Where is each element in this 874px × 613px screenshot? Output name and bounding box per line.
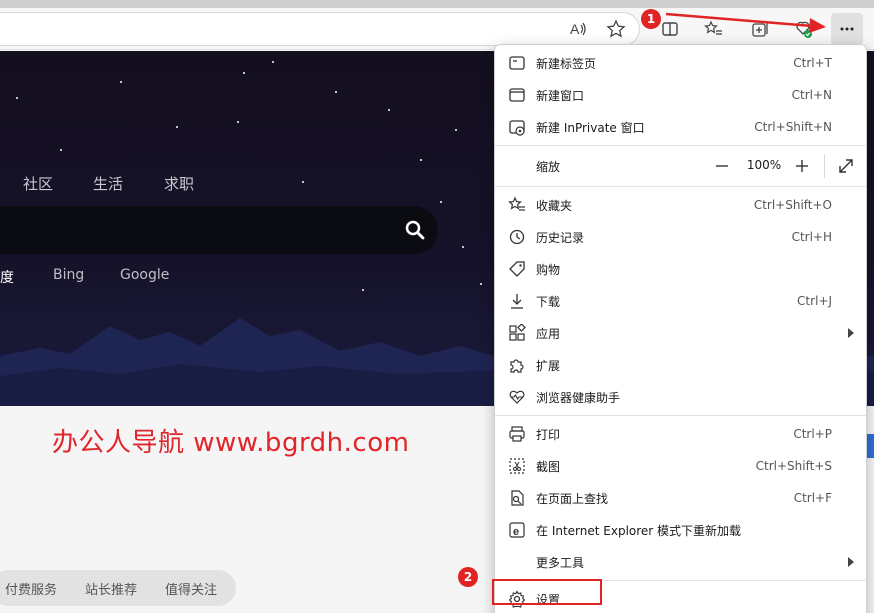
- link-paid-service[interactable]: 付费服务: [5, 579, 57, 598]
- annotation-highlight-box: [492, 579, 602, 605]
- menu-shortcut: Ctrl+T: [793, 56, 832, 70]
- watermark-brand-text: 办公人导航 www.bgrdh.com: [52, 428, 410, 458]
- menu-item-history[interactable]: 历史记录 Ctrl+H: [495, 221, 866, 253]
- submenu-arrow-icon: [848, 328, 854, 338]
- menu-item-apps[interactable]: 应用: [495, 317, 866, 349]
- search-box[interactable]: [0, 206, 438, 254]
- history-icon: [509, 229, 525, 245]
- menu-item-downloads[interactable]: 下载 Ctrl+J: [495, 285, 866, 317]
- nav-item-jobs[interactable]: 求职: [164, 173, 194, 194]
- menu-item-print[interactable]: 打印 Ctrl+P: [495, 418, 866, 450]
- menu-label: 缩放: [536, 159, 561, 174]
- search-icon[interactable]: [404, 219, 426, 241]
- zoom-in-icon[interactable]: [792, 156, 812, 176]
- edge-tag: [866, 434, 874, 458]
- favorites-icon: [508, 196, 525, 211]
- menu-label: 新建 InPrivate 窗口: [536, 120, 645, 135]
- menu-item-browser-health[interactable]: 浏览器健康助手: [495, 381, 866, 413]
- read-aloud-icon[interactable]: A: [562, 13, 594, 45]
- nav-item-community[interactable]: 社区: [23, 173, 53, 194]
- screenshot-scissors-icon: [509, 458, 525, 474]
- heart-pulse-icon: [509, 390, 525, 404]
- menu-item-more-tools[interactable]: 更多工具: [495, 546, 866, 578]
- settings-menu: 新建标签页 Ctrl+T 新建窗口 Ctrl+N 新建 InPrivate 窗口…: [494, 44, 867, 613]
- find-page-icon: [511, 490, 524, 506]
- address-bar[interactable]: A: [0, 12, 640, 46]
- menu-item-new-inprivate[interactable]: 新建 InPrivate 窗口 Ctrl+Shift+N: [495, 111, 866, 143]
- menu-label: 购物: [536, 262, 561, 277]
- menu-shortcut: Ctrl+H: [791, 230, 832, 244]
- menu-label: 应用: [536, 326, 561, 341]
- apps-icon: [509, 324, 526, 341]
- menu-shortcut: Ctrl+J: [797, 294, 832, 308]
- settings-and-more-button[interactable]: [831, 13, 863, 45]
- link-webmaster-picks[interactable]: 站长推荐: [85, 579, 137, 598]
- svg-text:e: e: [513, 526, 519, 538]
- engine-tab-bing[interactable]: Bing: [53, 267, 84, 283]
- add-favorite-star-icon[interactable]: [600, 13, 632, 45]
- menu-item-screenshot[interactable]: 截图 Ctrl+Shift+S: [495, 450, 866, 482]
- zoom-out-icon[interactable]: [712, 156, 732, 176]
- link-worth-following[interactable]: 值得关注: [165, 579, 217, 598]
- menu-shortcut: Ctrl+Shift+O: [753, 198, 832, 212]
- menu-shortcut: Ctrl+Shift+S: [755, 459, 832, 473]
- annotation-badge-1: 1: [641, 9, 661, 29]
- menu-label: 截图: [536, 459, 561, 474]
- shopping-tag-icon: [509, 261, 525, 277]
- menu-label: 收藏夹: [536, 198, 573, 213]
- menu-label: 在 Internet Explorer 模式下重新加载: [536, 523, 742, 538]
- new-window-icon: [509, 88, 525, 102]
- submenu-arrow-icon: [848, 557, 854, 567]
- annotation-badge-2: 2: [458, 567, 478, 587]
- menu-label: 历史记录: [536, 230, 585, 245]
- menu-item-new-tab[interactable]: 新建标签页 Ctrl+T: [495, 47, 866, 79]
- inprivate-icon: [509, 120, 525, 136]
- menu-shortcut: Ctrl+F: [793, 491, 832, 505]
- menu-label: 新建标签页: [536, 56, 597, 71]
- svg-text:A: A: [570, 21, 580, 37]
- menu-label: 更多工具: [536, 555, 585, 570]
- engine-tab-google[interactable]: Google: [120, 267, 169, 283]
- zoom-controls: 100%: [696, 146, 866, 186]
- nav-item-life[interactable]: 生活: [93, 173, 123, 194]
- annotation-arrow: [665, 12, 826, 33]
- tab-strip: [0, 0, 874, 8]
- menu-shortcut: Ctrl+N: [791, 88, 832, 102]
- menu-label: 下载: [536, 294, 561, 309]
- menu-shortcut: Ctrl+P: [793, 427, 832, 441]
- engine-tab-baidu[interactable]: 度: [0, 267, 14, 287]
- menu-shortcut: Ctrl+Shift+N: [754, 120, 832, 134]
- menu-label: 扩展: [536, 358, 561, 373]
- menu-item-ie-mode[interactable]: e 在 Internet Explorer 模式下重新加载: [495, 514, 866, 546]
- download-icon: [511, 294, 523, 309]
- menu-item-shopping[interactable]: 购物: [495, 253, 866, 285]
- menu-label: 新建窗口: [536, 88, 585, 103]
- zoom-level: 100%: [746, 158, 782, 172]
- puzzle-extension-icon: [510, 359, 524, 373]
- printer-icon: [509, 426, 525, 442]
- menu-item-extensions[interactable]: 扩展: [495, 349, 866, 381]
- menu-label: 打印: [536, 427, 561, 442]
- fullscreen-icon[interactable]: [836, 156, 856, 176]
- menu-label: 浏览器健康助手: [536, 390, 621, 405]
- menu-item-zoom: 缩放 100%: [495, 146, 866, 186]
- new-tab-icon: [509, 56, 525, 70]
- menu-item-favorites[interactable]: 收藏夹 Ctrl+Shift+O: [495, 189, 866, 221]
- menu-item-new-window[interactable]: 新建窗口 Ctrl+N: [495, 79, 866, 111]
- menu-label: 在页面上查找: [536, 491, 609, 506]
- menu-item-find-on-page[interactable]: 在页面上查找 Ctrl+F: [495, 482, 866, 514]
- quick-links-bar: 付费服务 站长推荐 值得关注: [0, 570, 236, 606]
- internet-explorer-icon: e: [509, 522, 525, 538]
